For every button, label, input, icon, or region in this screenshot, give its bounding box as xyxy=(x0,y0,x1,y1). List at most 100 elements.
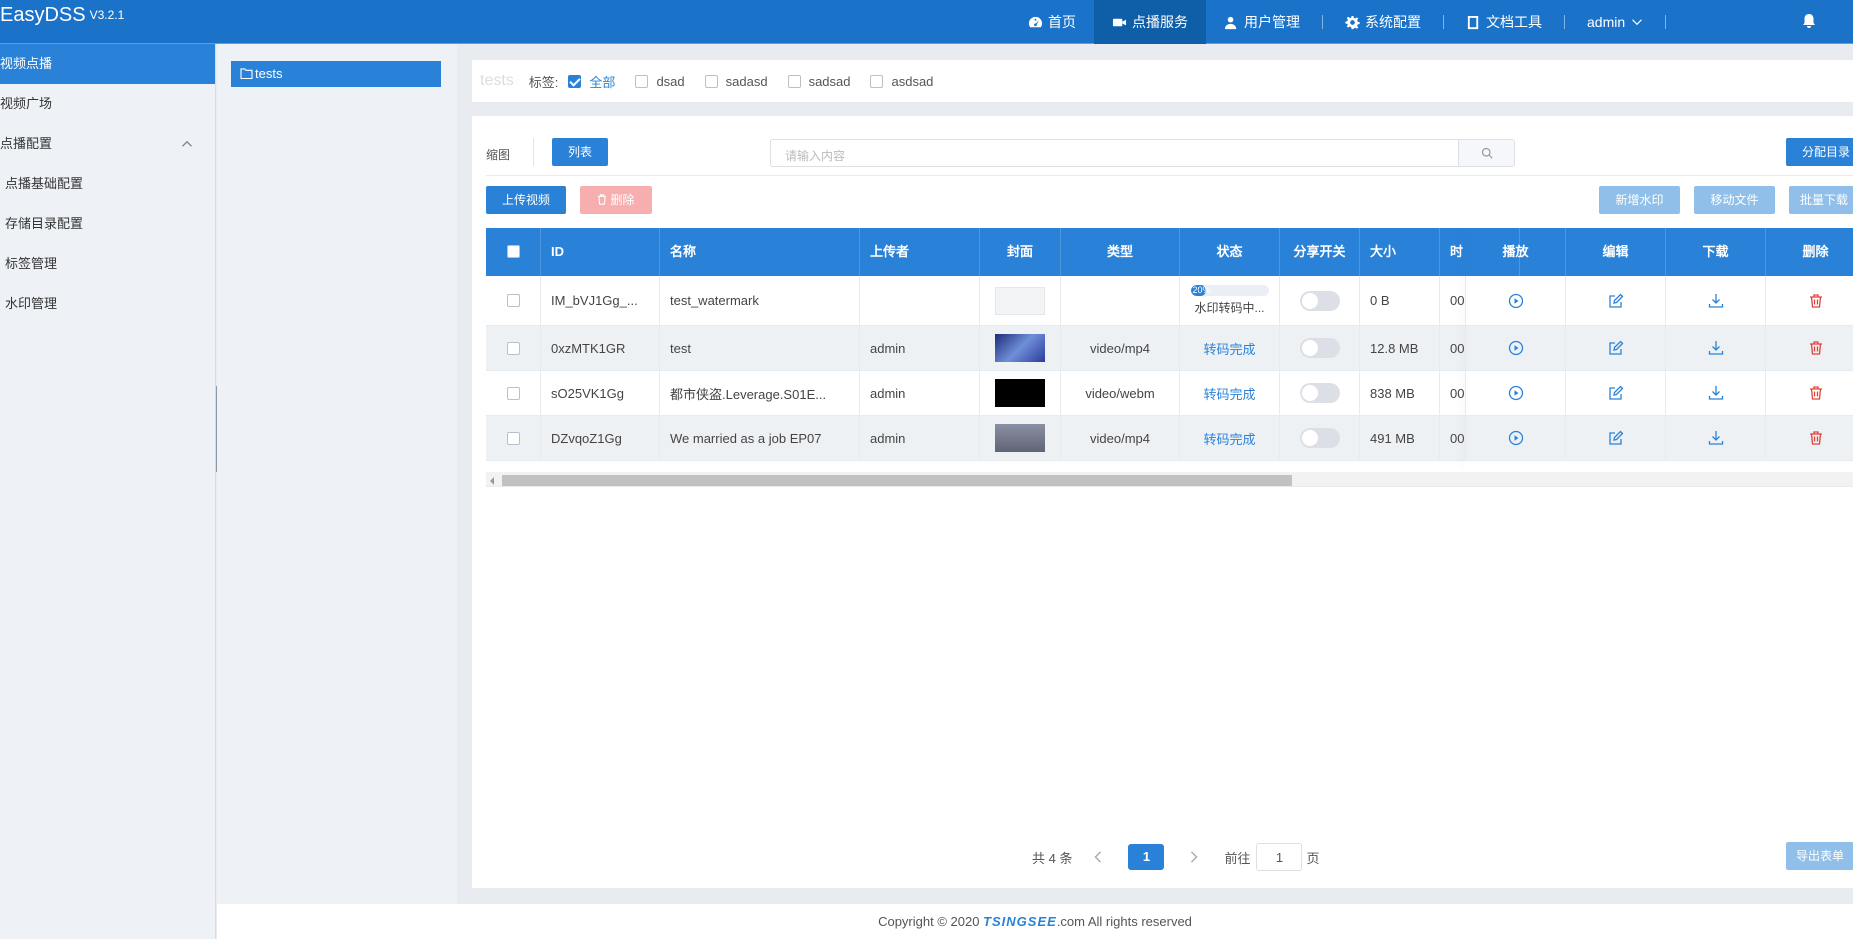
table-row[interactable]: IM_bVJ1Gg_... test_watermark 20% 水印转码中..… xyxy=(486,276,1853,326)
share-toggle[interactable] xyxy=(1299,290,1340,311)
cell-cover[interactable] xyxy=(980,371,1061,415)
table-row[interactable]: 0xzMTK1GR test admin video/mp4 转码完成 12.8… xyxy=(486,326,1853,371)
download-icon[interactable] xyxy=(1708,340,1724,356)
checkbox[interactable] xyxy=(506,386,520,400)
delete-button[interactable]: 删除 xyxy=(580,186,652,214)
trash-icon[interactable] xyxy=(1808,385,1824,401)
upload-video-button[interactable]: 上传视频 xyxy=(486,186,566,214)
share-toggle[interactable] xyxy=(1299,428,1340,448)
checkbox[interactable] xyxy=(506,431,520,445)
share-toggle[interactable] xyxy=(1299,383,1340,403)
user-menu[interactable]: admin xyxy=(1569,0,1661,44)
tag-option[interactable]: dsad xyxy=(635,74,685,89)
view-list-button[interactable]: 列表 xyxy=(552,138,608,166)
header-select-all[interactable] xyxy=(486,228,541,276)
play-icon[interactable] xyxy=(1508,385,1524,401)
brand-logo[interactable]: EasyDSS V3.2.1 xyxy=(0,4,124,27)
status-link[interactable]: 转码完成 xyxy=(1203,429,1255,448)
trash-icon[interactable] xyxy=(1808,293,1824,309)
tag-option[interactable]: asdsad xyxy=(870,74,933,89)
nav-divider xyxy=(1564,15,1565,29)
checkbox-checked[interactable] xyxy=(568,74,582,88)
cell-cover[interactable] xyxy=(980,276,1061,325)
scrollbar-thumb[interactable] xyxy=(502,475,1292,486)
prev-page-button[interactable] xyxy=(1086,843,1110,871)
goto-label: 前往 xyxy=(1224,850,1251,866)
cell-type: video/webm xyxy=(1061,371,1180,415)
folder-item-tests[interactable]: tests xyxy=(231,61,441,87)
tag-option[interactable]: sadsad xyxy=(787,74,850,89)
search-button[interactable] xyxy=(1458,140,1514,166)
checkbox[interactable] xyxy=(506,294,520,307)
play-icon[interactable] xyxy=(1508,340,1524,356)
edit-icon[interactable] xyxy=(1608,293,1624,309)
table-row[interactable]: DZvqoZ1Gg We married as a job EP07 admin… xyxy=(486,416,1853,461)
row-select[interactable] xyxy=(486,276,541,325)
download-icon[interactable] xyxy=(1708,430,1724,446)
sidebar-item-basic-config[interactable]: 点播基础配置 xyxy=(0,164,215,204)
row-select[interactable] xyxy=(486,326,541,370)
cover-thumbnail[interactable] xyxy=(995,334,1045,362)
sidebar-item-video-square[interactable]: 视频广场 xyxy=(0,84,215,124)
nav-home[interactable]: 首页 xyxy=(1010,0,1094,44)
nav-sys-config[interactable]: 系统配置 xyxy=(1327,0,1439,44)
sidebar-group-vod-config[interactable]: 点播配置 xyxy=(0,124,215,164)
status-link[interactable]: 转码完成 xyxy=(1203,384,1255,403)
scroll-left-icon[interactable] xyxy=(490,477,494,485)
folder-icon xyxy=(240,68,253,79)
cell-uploader: admin xyxy=(860,371,980,415)
sidebar-item-vod[interactable]: 视频点播 xyxy=(0,44,215,84)
goto-page-input[interactable]: 1 xyxy=(1256,843,1303,871)
export-button[interactable]: 导出表单 xyxy=(1786,842,1853,870)
move-file-button[interactable]: 移动文件 xyxy=(1694,186,1775,214)
download-icon[interactable] xyxy=(1708,385,1724,401)
search-input[interactable]: 请输入内容 xyxy=(770,139,1515,167)
edit-icon[interactable] xyxy=(1608,340,1624,356)
checkbox[interactable] xyxy=(704,74,718,88)
checkbox[interactable] xyxy=(506,341,520,355)
checkbox[interactable] xyxy=(506,245,520,258)
sidebar-item-tag-mgmt[interactable]: 标签管理 xyxy=(0,244,215,284)
horizontal-scrollbar[interactable] xyxy=(486,472,1853,486)
row-select[interactable] xyxy=(486,371,541,415)
book-icon xyxy=(1467,15,1479,29)
trash-icon[interactable] xyxy=(1808,430,1824,446)
cover-thumbnail[interactable] xyxy=(995,424,1045,452)
sidebar-item-storage-config[interactable]: 存储目录配置 xyxy=(0,204,215,244)
trash-icon[interactable] xyxy=(1808,340,1824,356)
next-page-button[interactable] xyxy=(1182,843,1206,871)
sidebar-item-watermark-mgmt[interactable]: 水印管理 xyxy=(0,284,215,324)
batch-download-button[interactable]: 批量下载 xyxy=(1789,186,1853,214)
cell-share xyxy=(1280,371,1360,415)
row-select[interactable] xyxy=(486,416,541,460)
header-share: 分享开关 xyxy=(1280,228,1360,276)
page-number-current[interactable]: 1 xyxy=(1128,844,1165,870)
cover-thumbnail[interactable] xyxy=(995,379,1045,407)
download-icon[interactable] xyxy=(1708,293,1724,309)
nav-doc-tools[interactable]: 文档工具 xyxy=(1448,0,1560,44)
bell-icon[interactable] xyxy=(1801,13,1817,29)
table-row[interactable]: sO25VK1Gg 都市侠盗.Leverage.S01E... admin vi… xyxy=(486,371,1853,416)
play-icon[interactable] xyxy=(1508,293,1524,309)
checkbox[interactable] xyxy=(870,74,884,88)
nav-vod-service[interactable]: 点播服务 xyxy=(1094,0,1206,44)
edit-icon[interactable] xyxy=(1608,430,1624,446)
cell-cover[interactable] xyxy=(980,416,1061,460)
checkbox[interactable] xyxy=(787,74,801,88)
add-watermark-button[interactable]: 新增水印 xyxy=(1599,186,1680,214)
play-icon[interactable] xyxy=(1508,430,1524,446)
assign-dir-button[interactable]: 分配目录 xyxy=(1786,138,1853,166)
view-thumb-toggle[interactable]: 缩图 xyxy=(486,146,510,163)
nav-user-mgmt[interactable]: 用户管理 xyxy=(1206,0,1318,44)
share-toggle[interactable] xyxy=(1299,338,1340,358)
edit-icon[interactable] xyxy=(1608,385,1624,401)
cell-status: 转码完成 xyxy=(1180,371,1280,415)
cell-time: 00 xyxy=(1440,326,1466,370)
cell-cover[interactable] xyxy=(980,326,1061,370)
video-table: ID 名称 上传者 封面 类型 状态 分享开关 大小 时 播放 编辑 下载 删除… xyxy=(486,228,1853,474)
tag-all[interactable]: 全部 xyxy=(568,72,615,91)
cover-thumbnail[interactable] xyxy=(995,286,1045,315)
tag-option[interactable]: sadasd xyxy=(704,74,768,89)
checkbox[interactable] xyxy=(635,74,649,88)
status-link[interactable]: 转码完成 xyxy=(1203,339,1255,358)
